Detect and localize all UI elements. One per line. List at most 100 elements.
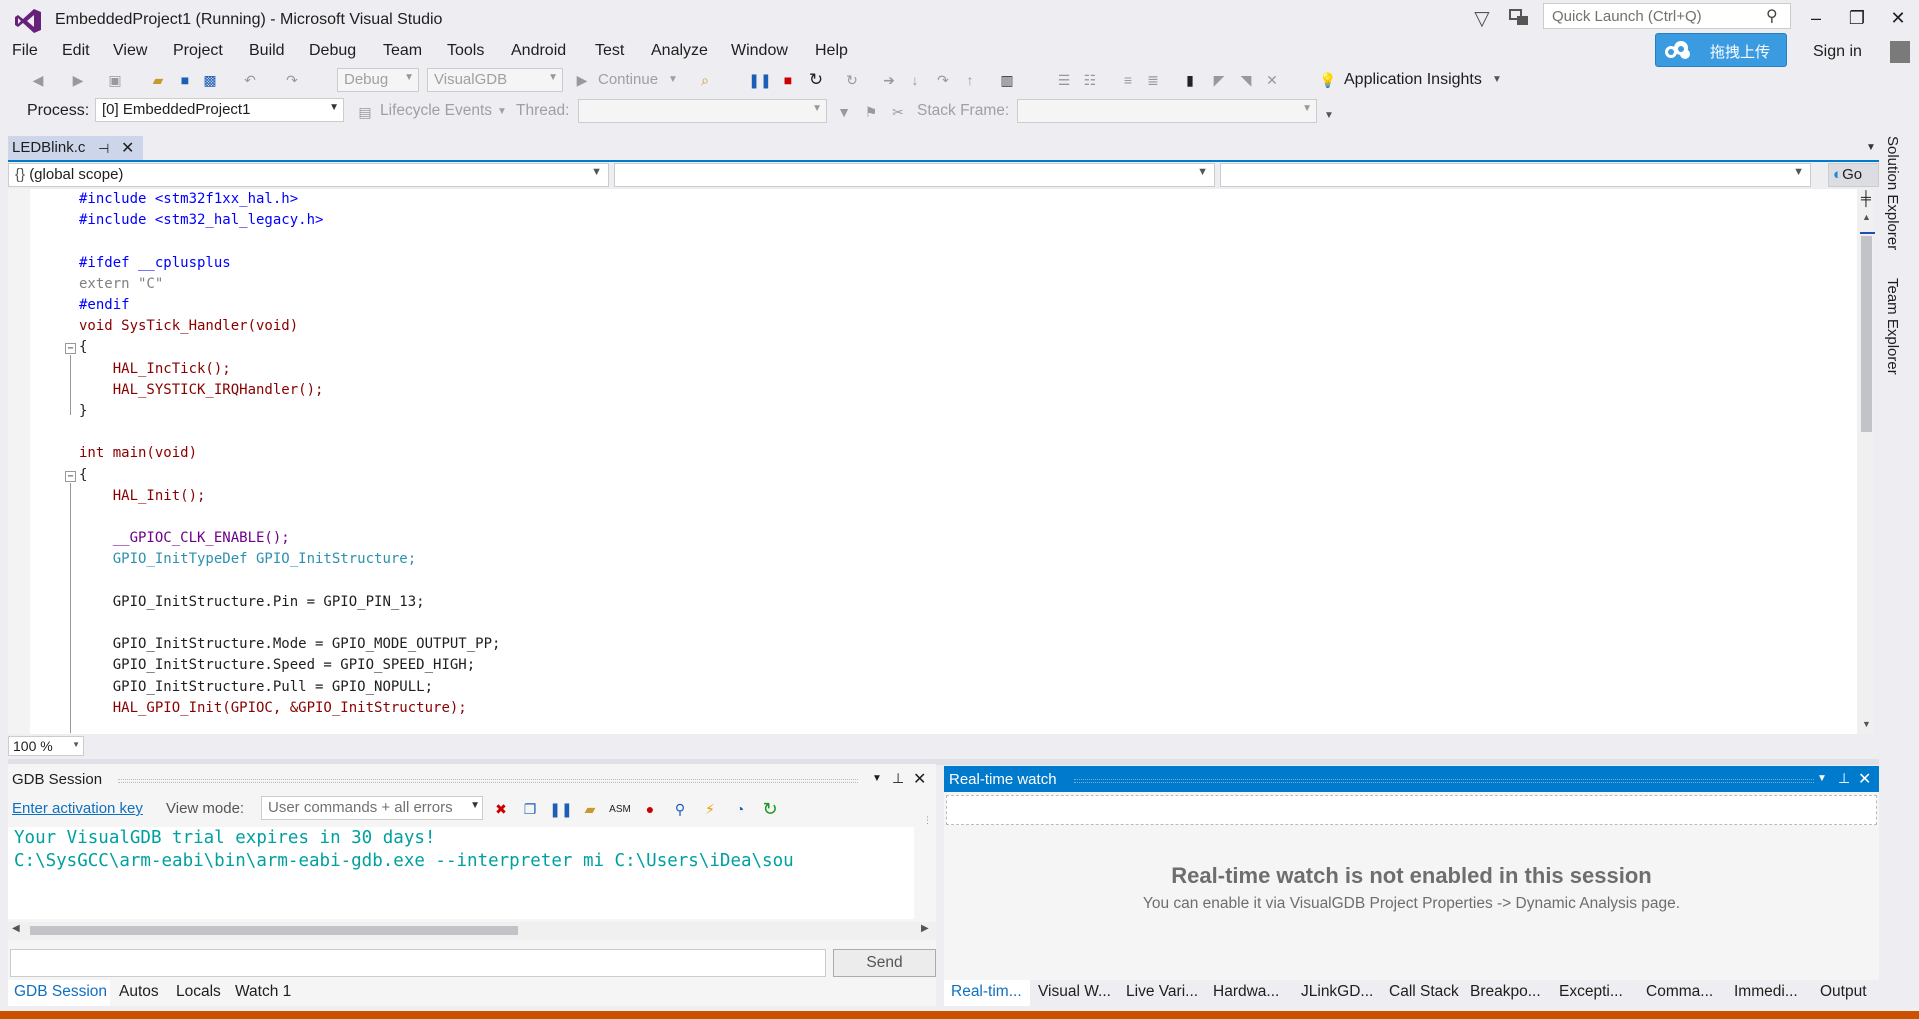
pause-icon[interactable]: ❚❚ bbox=[549, 799, 572, 819]
bottom-tab-hardware[interactable]: Hardwa... bbox=[1213, 983, 1279, 1001]
search-icon[interactable]: ⚲ bbox=[1766, 6, 1778, 26]
minimize-button[interactable]: – bbox=[1796, 4, 1836, 32]
show-external-code-icon[interactable]: ✂ bbox=[888, 102, 908, 122]
bottom-tab-watch-1[interactable]: Watch 1 bbox=[235, 983, 291, 1001]
bottom-tab-jlinkgdb[interactable]: JLinkGD... bbox=[1301, 983, 1373, 1001]
redo-icon[interactable]: ↷ bbox=[282, 70, 302, 90]
scope-select[interactable]: {} (global scope) ▼ bbox=[8, 163, 609, 187]
bottom-tab-breakpoints[interactable]: Breakpo... bbox=[1470, 983, 1541, 1001]
chevron-down-icon[interactable]: ▼ bbox=[668, 74, 678, 85]
step-over-icon[interactable]: ↓ bbox=[905, 70, 925, 90]
bottom-tab-live-variables[interactable]: Live Vari... bbox=[1126, 983, 1198, 1001]
panel-size-grip[interactable]: ⋮ bbox=[923, 815, 932, 826]
bookmark-icon[interactable]: ▮ bbox=[1180, 70, 1200, 90]
solution-config-select[interactable]: Debug ▼ bbox=[337, 68, 419, 92]
thread-select[interactable]: ▼ bbox=[578, 99, 827, 123]
hex-display-icon[interactable]: ▥ bbox=[997, 70, 1017, 90]
clear-output-icon[interactable]: ✖ bbox=[491, 799, 511, 819]
save-icon[interactable]: ■ bbox=[175, 70, 195, 90]
menu-debug[interactable]: Debug bbox=[309, 42, 356, 60]
search-icon[interactable]: ⚲ bbox=[670, 799, 690, 819]
send-button[interactable]: Send bbox=[833, 949, 936, 977]
find-in-files-icon[interactable]: ⌕ bbox=[695, 70, 715, 90]
bottom-tab-output[interactable]: Output bbox=[1820, 983, 1867, 1001]
next-bookmark-icon[interactable]: ◥ bbox=[1236, 70, 1256, 90]
account-avatar-icon[interactable] bbox=[1890, 41, 1910, 63]
lightning-icon[interactable]: ⚡ bbox=[700, 799, 720, 819]
indent-icon[interactable]: ≣ bbox=[1143, 70, 1163, 90]
split-editor-icon[interactable]: ╪ bbox=[1861, 190, 1871, 206]
stop-debugging-icon[interactable]: ■ bbox=[778, 70, 798, 90]
team-explorer-tab[interactable]: Team Explorer bbox=[1884, 278, 1901, 375]
chevron-down-icon[interactable]: ▼ bbox=[497, 106, 507, 117]
gdb-output-console[interactable]: Your VisualGDB trial expires in 30 days!… bbox=[8, 827, 914, 919]
pin-icon[interactable]: ⊥ bbox=[892, 770, 904, 787]
scroll-down-icon[interactable]: ▼ bbox=[1862, 719, 1871, 729]
menu-edit[interactable]: Edit bbox=[62, 42, 90, 60]
code-content[interactable]: #include <stm32f1xx_hal.h> #include <stm3… bbox=[79, 189, 500, 719]
pin-icon[interactable]: ⊣ bbox=[98, 141, 109, 157]
menu-help[interactable]: Help bbox=[815, 42, 848, 60]
close-panel-icon[interactable]: ✕ bbox=[913, 769, 926, 789]
menu-view[interactable]: View bbox=[113, 42, 147, 60]
zoom-select[interactable]: 100 % ▼ bbox=[8, 736, 84, 756]
uncomment-icon[interactable]: ☷ bbox=[1080, 70, 1100, 90]
editor-horizontal-scrollbar[interactable] bbox=[84, 736, 1857, 756]
navigate-back-icon[interactable]: ◀ bbox=[28, 70, 48, 90]
chevron-down-icon[interactable]: ▼ bbox=[1492, 74, 1502, 85]
bottom-tab-autos[interactable]: Autos bbox=[119, 983, 159, 1001]
application-insights-button[interactable]: Application Insights bbox=[1344, 71, 1482, 89]
bottom-tab-locals[interactable]: Locals bbox=[176, 983, 221, 1001]
prev-bookmark-icon[interactable]: ◤ bbox=[1209, 70, 1229, 90]
realtime-watch-list[interactable] bbox=[946, 795, 1877, 825]
menu-tools[interactable]: Tools bbox=[447, 42, 484, 60]
scroll-up-icon[interactable]: ▲ bbox=[1862, 212, 1871, 222]
undo-icon[interactable]: ↶ bbox=[240, 70, 260, 90]
show-next-statement-icon[interactable]: ↻ bbox=[842, 70, 862, 90]
gdb-scroll-thumb[interactable] bbox=[30, 926, 518, 935]
collapse-main-icon[interactable]: − bbox=[65, 471, 76, 482]
menu-file[interactable]: File bbox=[12, 42, 38, 60]
menu-window[interactable]: Window bbox=[731, 42, 788, 60]
process-select[interactable]: [0] EmbeddedProject1 ▼ bbox=[95, 98, 344, 122]
bottom-tab-realtime-watch[interactable]: Real-tim... bbox=[951, 983, 1022, 1001]
member-select[interactable]: ▼ bbox=[614, 163, 1215, 187]
editor-scroll-thumb[interactable] bbox=[1861, 236, 1872, 432]
view-mode-select[interactable]: User commands + all errors ▼ bbox=[261, 796, 483, 820]
menu-android[interactable]: Android bbox=[511, 42, 566, 60]
gdb-command-input[interactable] bbox=[10, 949, 826, 977]
open-file-icon[interactable]: ▰ bbox=[148, 70, 168, 90]
menu-test[interactable]: Test bbox=[595, 42, 624, 60]
panel-menu-icon[interactable]: ▼ bbox=[872, 773, 882, 784]
bottom-tab-command-window[interactable]: Comma... bbox=[1646, 983, 1713, 1001]
pin-icon[interactable]: ⊥ bbox=[1838, 770, 1850, 787]
stack-frame-select[interactable]: ▼ bbox=[1017, 99, 1317, 123]
close-button[interactable]: ✕ bbox=[1878, 4, 1918, 32]
restore-button[interactable]: ❐ bbox=[1837, 4, 1877, 32]
enter-activation-key-link[interactable]: Enter activation key bbox=[12, 800, 143, 817]
show-flagged-threads-icon[interactable]: ⚑ bbox=[861, 102, 881, 122]
lifecycle-events-button[interactable]: Lifecycle Events bbox=[380, 102, 492, 120]
menu-project[interactable]: Project bbox=[173, 42, 223, 60]
bottom-tab-exceptions[interactable]: Excepti... bbox=[1559, 983, 1623, 1001]
restart-icon[interactable]: ↻ bbox=[806, 70, 826, 90]
step-back-icon[interactable]: ↷ bbox=[933, 70, 953, 90]
close-panel-icon[interactable]: ✕ bbox=[1858, 769, 1871, 789]
flag-thread-icon[interactable]: ▼ bbox=[834, 102, 854, 122]
filter-icon[interactable]: ▽ bbox=[1470, 6, 1494, 30]
bottom-tab-gdb-session[interactable]: GDB Session bbox=[14, 983, 107, 1001]
quick-launch-input[interactable]: Quick Launch (Ctrl+Q) bbox=[1543, 3, 1791, 29]
bottom-tab-visual-watch[interactable]: Visual W... bbox=[1038, 983, 1111, 1001]
timer-icon[interactable]: ◔ bbox=[730, 799, 750, 819]
function-select[interactable]: ▼ bbox=[1220, 163, 1811, 187]
continue-icon[interactable]: ▶ bbox=[572, 70, 592, 90]
comment-icon[interactable]: ☰ bbox=[1054, 70, 1074, 90]
scroll-left-icon[interactable]: ◀ bbox=[12, 923, 20, 934]
refresh-icon[interactable]: ↻ bbox=[760, 799, 780, 819]
open-folder-icon[interactable]: ▰ bbox=[580, 799, 600, 819]
step-out-icon[interactable]: ↑ bbox=[960, 70, 980, 90]
menu-analyze[interactable]: Analyze bbox=[651, 42, 708, 60]
tab-overflow-icon[interactable]: ▼ bbox=[1866, 142, 1876, 153]
menu-build[interactable]: Build bbox=[249, 42, 285, 60]
save-all-icon[interactable]: ▩ bbox=[200, 70, 220, 90]
